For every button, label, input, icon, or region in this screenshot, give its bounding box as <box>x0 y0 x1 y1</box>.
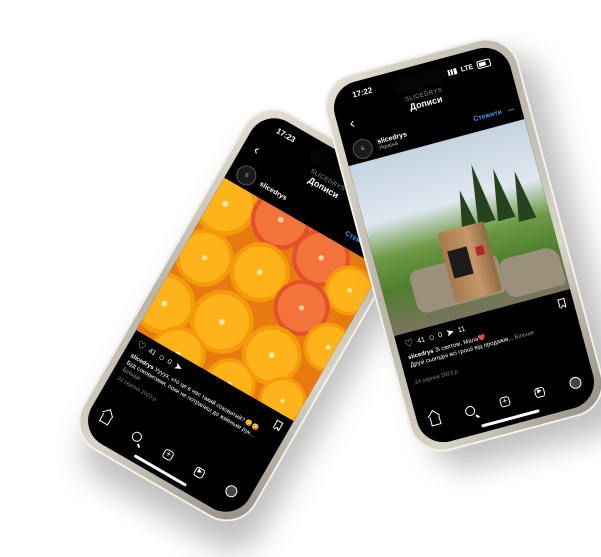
phone-right: 17:22 LTE ‹ SLICEDRYS Дописи S slicedrys <box>316 30 601 460</box>
mockup-stage: 17:23 ‹ SLICEDRYS Дописи S slicedrys Сте… <box>0 0 601 557</box>
like-heart-icon[interactable]: ♡ <box>135 339 148 353</box>
status-time: 17:22 <box>351 85 374 100</box>
share-count: 11 <box>457 325 466 334</box>
home-icon[interactable] <box>99 412 113 426</box>
reels-icon[interactable]: ▶ <box>192 465 207 480</box>
like-count: 41 <box>147 347 158 358</box>
bookmark-icon[interactable] <box>273 419 284 431</box>
profile-icon[interactable] <box>568 375 583 391</box>
bookmark-icon[interactable] <box>557 297 567 308</box>
battery-icon <box>475 58 492 70</box>
like-heart-icon[interactable]: ♡ <box>403 337 415 350</box>
reels-icon[interactable]: ▶ <box>533 386 546 399</box>
share-icon[interactable]: ➤ <box>445 326 456 339</box>
search-icon[interactable] <box>130 429 144 444</box>
comment-count: 0 <box>437 331 444 340</box>
like-count: 41 <box>416 335 426 345</box>
follow-button[interactable]: Стежити <box>473 108 503 122</box>
phone-right-screen: 17:22 LTE ‹ SLICEDRYS Дописи S slicedrys <box>327 41 601 449</box>
post-date: 24 серпня 2023 р. <box>414 368 460 387</box>
signal-icon <box>447 67 458 77</box>
add-post-icon[interactable]: + <box>161 447 175 462</box>
more-link[interactable]: Більше <box>514 330 535 341</box>
share-icon[interactable]: ➤ <box>172 360 185 374</box>
more-options-icon[interactable]: ··· <box>506 104 514 115</box>
avatar[interactable]: S <box>350 136 375 162</box>
search-icon[interactable] <box>464 404 477 418</box>
comment-icon[interactable]: ○ <box>427 331 436 343</box>
home-icon[interactable] <box>429 414 442 427</box>
comment-count: 0 <box>166 358 173 367</box>
comment-icon[interactable]: ○ <box>156 351 167 364</box>
add-post-icon[interactable]: + <box>498 395 512 408</box>
profile-icon[interactable] <box>223 483 240 500</box>
network-label: LTE <box>459 63 475 74</box>
